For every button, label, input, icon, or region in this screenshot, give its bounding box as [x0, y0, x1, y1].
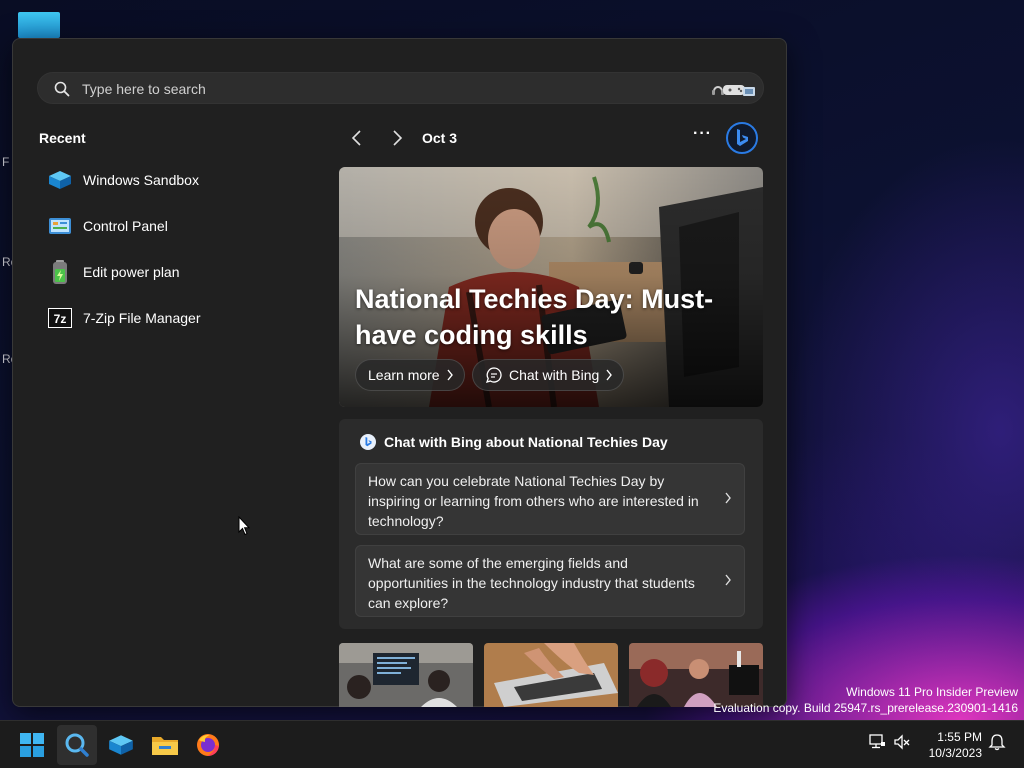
- more-options-button[interactable]: ···: [693, 126, 715, 143]
- chevron-right-icon: [606, 369, 613, 381]
- thumbnail-gaming[interactable]: [629, 643, 763, 707]
- desktop-label-fragment: F: [2, 155, 10, 169]
- mouse-pointer-icon: [238, 516, 250, 536]
- network-icon[interactable]: [868, 733, 886, 751]
- bing-chat-heading: Chat with Bing about National Techies Da…: [384, 434, 668, 450]
- watermark-line-2: Evaluation copy. Build 25947.rs_prerelea…: [713, 701, 1018, 715]
- thumbnail-row: [339, 643, 763, 707]
- search-icon: [65, 733, 89, 757]
- desktop-icon[interactable]: [18, 12, 60, 38]
- app-label: Windows Sandbox: [83, 172, 199, 188]
- windows-sandbox-icon: [109, 735, 133, 755]
- firefox-icon: [197, 734, 219, 756]
- taskbar-search-button[interactable]: [57, 725, 97, 765]
- search-icon: [54, 81, 70, 97]
- app-label: Edit power plan: [83, 264, 180, 280]
- power-plan-icon: [47, 259, 73, 285]
- control-panel-icon: [47, 213, 73, 239]
- taskbar: 1:55 PM 10/3/2023: [0, 720, 1024, 768]
- taskbar-windows-sandbox[interactable]: [101, 725, 141, 765]
- chat-bubble-icon: [485, 367, 502, 383]
- bing-icon: [360, 434, 376, 450]
- notification-bell-icon[interactable]: [988, 733, 1006, 751]
- app-label: Control Panel: [83, 218, 168, 234]
- start-icon: [20, 733, 44, 757]
- chat-with-bing-button[interactable]: Chat with Bing: [472, 359, 625, 391]
- chat-with-bing-label: Chat with Bing: [509, 367, 600, 383]
- chevron-right-icon[interactable]: [387, 127, 407, 149]
- volume-muted-icon[interactable]: [893, 733, 911, 751]
- bing-question-text: How can you celebrate National Techies D…: [368, 473, 699, 529]
- 7zip-icon-text: 7z: [54, 312, 67, 326]
- app-label: 7-Zip File Manager: [83, 310, 201, 326]
- recent-app-windows-sandbox[interactable]: Windows Sandbox: [39, 159, 299, 201]
- thumbnail-laptop-typing[interactable]: [484, 643, 618, 707]
- 7zip-icon: 7z: [47, 305, 73, 331]
- system-clock[interactable]: 1:55 PM 10/3/2023: [929, 729, 982, 761]
- search-panel: Recent Windows Sandbox: [12, 38, 787, 707]
- bing-chat-card: Chat with Bing about National Techies Da…: [339, 419, 763, 629]
- highlights-date: Oct 3: [422, 130, 458, 146]
- recent-app-control-panel[interactable]: Control Panel: [39, 205, 299, 247]
- chevron-left-icon[interactable]: [347, 127, 367, 149]
- bing-chat-button[interactable]: [725, 121, 759, 155]
- learn-more-button[interactable]: Learn more: [355, 359, 465, 391]
- bing-question-2[interactable]: What are some of the emerging fields and…: [355, 545, 745, 617]
- chevron-right-icon: [447, 369, 453, 381]
- search-input[interactable]: [80, 73, 684, 105]
- bing-question-1[interactable]: How can you celebrate National Techies D…: [355, 463, 745, 535]
- bing-question-text: What are some of the emerging fields and…: [368, 555, 695, 611]
- search-highlight-icon: [712, 85, 755, 96]
- clock-time: 1:55 PM: [937, 730, 982, 744]
- windows-sandbox-icon: [47, 167, 73, 193]
- recent-app-list: Windows Sandbox Control Panel Edit power…: [39, 159, 299, 343]
- chevron-right-icon: [725, 492, 731, 504]
- bing-chat-heading-row: Chat with Bing about National Techies Da…: [359, 433, 668, 451]
- hero-title: National Techies Day: Must-have coding s…: [355, 284, 714, 350]
- recent-heading: Recent: [39, 130, 86, 146]
- chevron-right-icon: [725, 574, 731, 586]
- search-box[interactable]: [37, 72, 764, 105]
- taskbar-file-explorer[interactable]: [145, 725, 185, 765]
- learn-more-label: Learn more: [368, 367, 440, 383]
- file-explorer-icon: [152, 737, 178, 755]
- thumbnail-coding-students[interactable]: [339, 643, 473, 707]
- recent-app-edit-power-plan[interactable]: Edit power plan: [39, 251, 299, 293]
- start-button[interactable]: [12, 725, 52, 765]
- taskbar-firefox[interactable]: [188, 725, 228, 765]
- hero-card[interactable]: National Techies Day: Must-have coding s…: [339, 167, 763, 407]
- recent-app-7zip[interactable]: 7z 7-Zip File Manager: [39, 297, 299, 339]
- clock-date: 10/3/2023: [928, 746, 982, 760]
- watermark-line-1: Windows 11 Pro Insider Preview: [846, 685, 1018, 699]
